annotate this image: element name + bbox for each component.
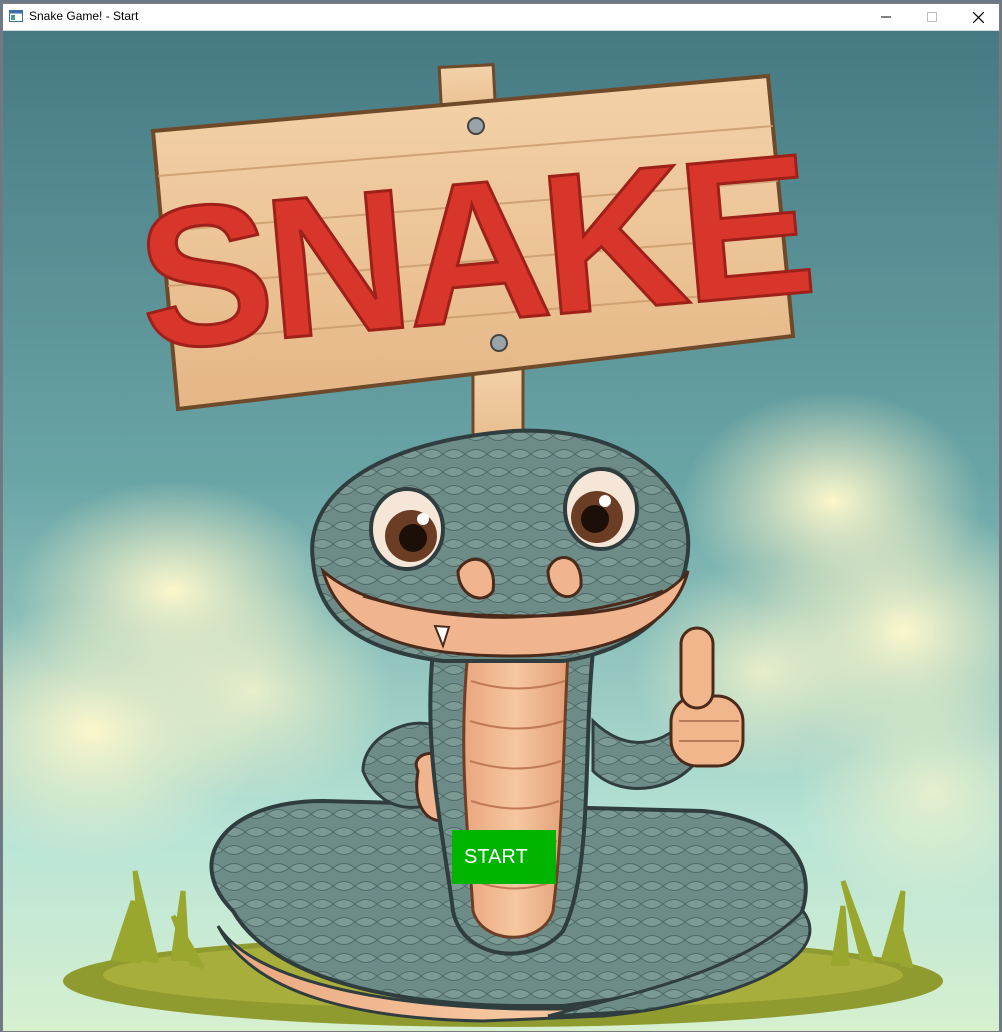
game-canvas[interactable]: SNAKE START: [3, 31, 999, 1031]
minimize-icon: [881, 16, 891, 18]
start-button[interactable]: START: [452, 830, 556, 884]
maximize-button[interactable]: [909, 4, 955, 30]
app-icon: [9, 10, 23, 22]
title-bar[interactable]: Snake Game! - Start: [3, 4, 999, 31]
minimize-button[interactable]: [863, 4, 909, 30]
close-button[interactable]: [955, 4, 999, 30]
game-window: Snake Game! - Start SNAKE START: [2, 3, 1000, 1032]
window-title: Snake Game! - Start: [29, 9, 139, 23]
maximize-icon: [927, 12, 937, 22]
close-icon: [972, 11, 984, 23]
